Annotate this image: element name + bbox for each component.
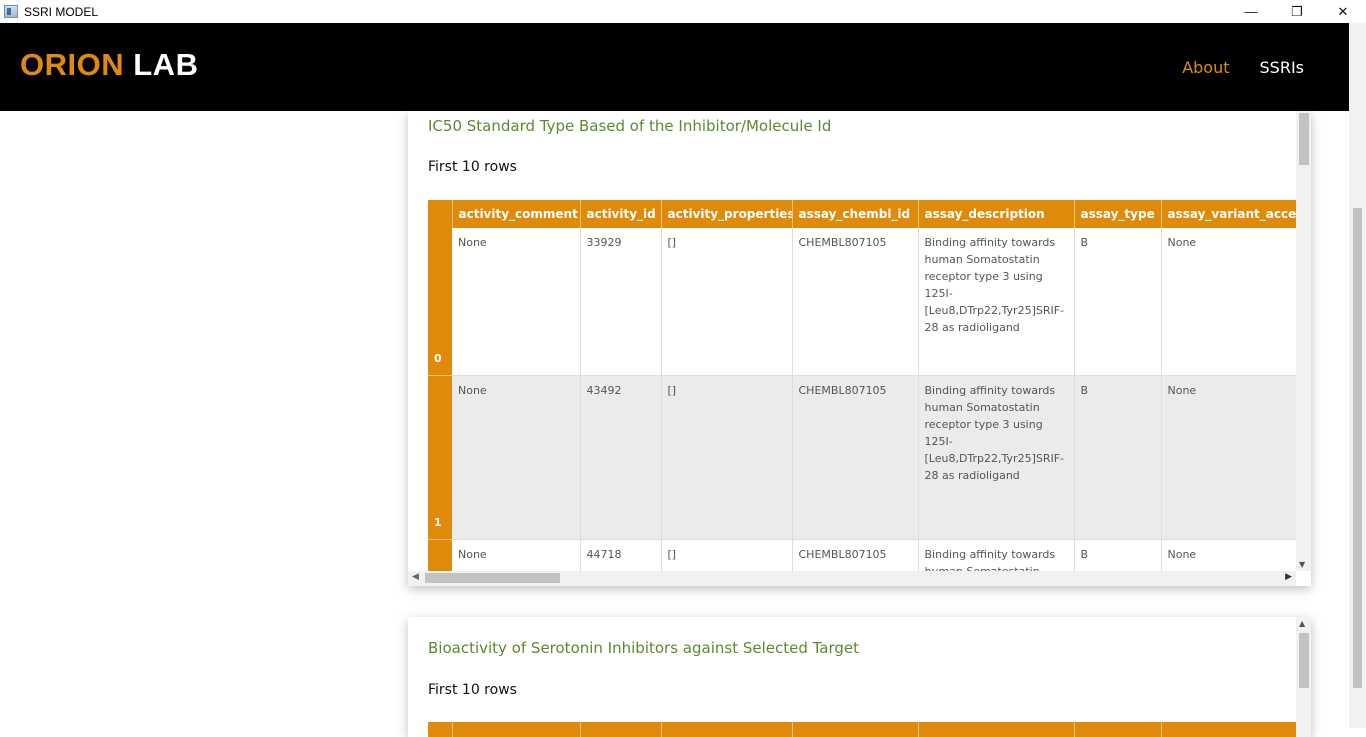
table-cell: 33929 bbox=[580, 228, 662, 376]
table-row: 2 None 44718 [] CHEMBL807105 Binding aff… bbox=[428, 539, 1296, 571]
bioactivity-card: Bioactivity of Serotonin Inhibitors agai… bbox=[408, 617, 1311, 737]
table-cell: Binding affinity towards human Somatosta… bbox=[918, 375, 1075, 540]
table-cell: CHEMBL807105 bbox=[792, 228, 919, 376]
page-scrollbar-thumb[interactable] bbox=[1353, 208, 1362, 688]
table-cell: None bbox=[452, 228, 581, 376]
window-title: SSRI MODEL bbox=[24, 4, 99, 19]
table-cell: None bbox=[452, 539, 581, 571]
table-cell: Binding affinity towards human Somatosta… bbox=[918, 228, 1075, 376]
card-title: Bioactivity of Serotonin Inhibitors agai… bbox=[428, 639, 860, 657]
table-cell: Binding affinity towards human Somatosta… bbox=[918, 539, 1075, 571]
column-header[interactable]: assay_chembl_id bbox=[792, 200, 919, 228]
ic50-table: activity_comment activity_id activity_pr… bbox=[428, 200, 1296, 571]
scrollbar-thumb[interactable] bbox=[425, 573, 560, 583]
scroll-up-icon[interactable]: ▲ bbox=[1299, 619, 1305, 628]
table-cell: B bbox=[1074, 228, 1162, 376]
restore-button[interactable]: ❐ bbox=[1274, 0, 1320, 23]
table-cell: None bbox=[1161, 228, 1296, 376]
bioactivity-table bbox=[428, 722, 1296, 737]
column-header[interactable]: assay_variant_accession bbox=[1161, 200, 1296, 228]
scrollbar-thumb[interactable] bbox=[1299, 633, 1309, 688]
logo-orion: ORION bbox=[20, 47, 125, 82]
scroll-right-icon[interactable]: ▶ bbox=[1285, 572, 1292, 582]
table-cell: 44718 bbox=[580, 539, 662, 571]
table-row: 1 None 43492 [] CHEMBL807105 Binding aff… bbox=[428, 375, 1296, 540]
column-header[interactable]: assay_description bbox=[918, 200, 1075, 228]
scroll-left-icon[interactable]: ◀ bbox=[412, 572, 419, 582]
table-viewport: activity_comment activity_id activity_pr… bbox=[428, 200, 1296, 571]
column-header[interactable]: activity_properties bbox=[661, 200, 793, 228]
window-titlebar: SSRI MODEL — ❐ ✕ bbox=[0, 0, 1366, 23]
card-subtitle: First 10 rows bbox=[428, 682, 517, 698]
ic50-card: IC50 Standard Type Based of the Inhibito… bbox=[408, 111, 1311, 586]
scrollbar-thumb[interactable] bbox=[1299, 113, 1309, 165]
column-header[interactable]: assay_type bbox=[1074, 200, 1162, 228]
row-index: 1 bbox=[428, 375, 452, 540]
column-header[interactable] bbox=[428, 722, 453, 737]
table-cell: [] bbox=[661, 375, 793, 540]
window-controls: — ❐ ✕ bbox=[1228, 0, 1366, 23]
table-cell: None bbox=[1161, 539, 1296, 571]
column-header[interactable] bbox=[792, 722, 919, 737]
column-header[interactable] bbox=[1161, 722, 1296, 737]
nav-about-link[interactable]: About bbox=[1182, 58, 1229, 77]
table-cell: None bbox=[1161, 375, 1296, 540]
vertical-scrollbar[interactable]: ▼ bbox=[1296, 111, 1311, 571]
horizontal-scrollbar[interactable]: ◀ ▶ bbox=[408, 571, 1296, 586]
vertical-scrollbar[interactable]: ▲ bbox=[1296, 617, 1311, 737]
row-index: 0 bbox=[428, 228, 452, 376]
table-header-row: activity_comment activity_id activity_pr… bbox=[428, 200, 1296, 228]
column-header[interactable] bbox=[1074, 722, 1162, 737]
column-header[interactable] bbox=[661, 722, 793, 737]
scroll-down-icon[interactable]: ▼ bbox=[1299, 560, 1305, 569]
table-row: 0 None 33929 [] CHEMBL807105 Binding aff… bbox=[428, 228, 1296, 376]
site-header: ORION LAB About SSRIs bbox=[0, 23, 1366, 111]
column-header[interactable] bbox=[918, 722, 1075, 737]
table-header-row bbox=[428, 722, 1296, 737]
logo[interactable]: ORION LAB bbox=[20, 47, 198, 83]
column-header[interactable] bbox=[452, 722, 581, 737]
main-nav: About SSRIs bbox=[1182, 58, 1304, 77]
card-subtitle: First 10 rows bbox=[428, 159, 517, 175]
card-title: IC50 Standard Type Based of the Inhibito… bbox=[428, 117, 832, 135]
table-cell: CHEMBL807105 bbox=[792, 539, 919, 571]
table-viewport bbox=[428, 722, 1296, 737]
column-header[interactable]: activity_comment bbox=[452, 200, 581, 228]
close-button[interactable]: ✕ bbox=[1320, 0, 1366, 23]
table-cell: None bbox=[452, 375, 581, 540]
table-cell: B bbox=[1074, 539, 1162, 571]
table-cell: 43492 bbox=[580, 375, 662, 540]
table-cell: B bbox=[1074, 375, 1162, 540]
logo-lab: LAB bbox=[133, 47, 199, 82]
page-scrollbar[interactable] bbox=[1349, 23, 1366, 728]
column-header[interactable]: activity_id bbox=[580, 200, 662, 228]
column-header[interactable] bbox=[428, 200, 453, 228]
table-cell: [] bbox=[661, 228, 793, 376]
app-icon bbox=[4, 5, 18, 18]
minimize-button[interactable]: — bbox=[1228, 0, 1274, 23]
table-cell: [] bbox=[661, 539, 793, 571]
nav-ssris-link[interactable]: SSRIs bbox=[1260, 58, 1304, 77]
column-header[interactable] bbox=[580, 722, 662, 737]
table-cell: CHEMBL807105 bbox=[792, 375, 919, 540]
row-index: 2 bbox=[428, 539, 452, 571]
